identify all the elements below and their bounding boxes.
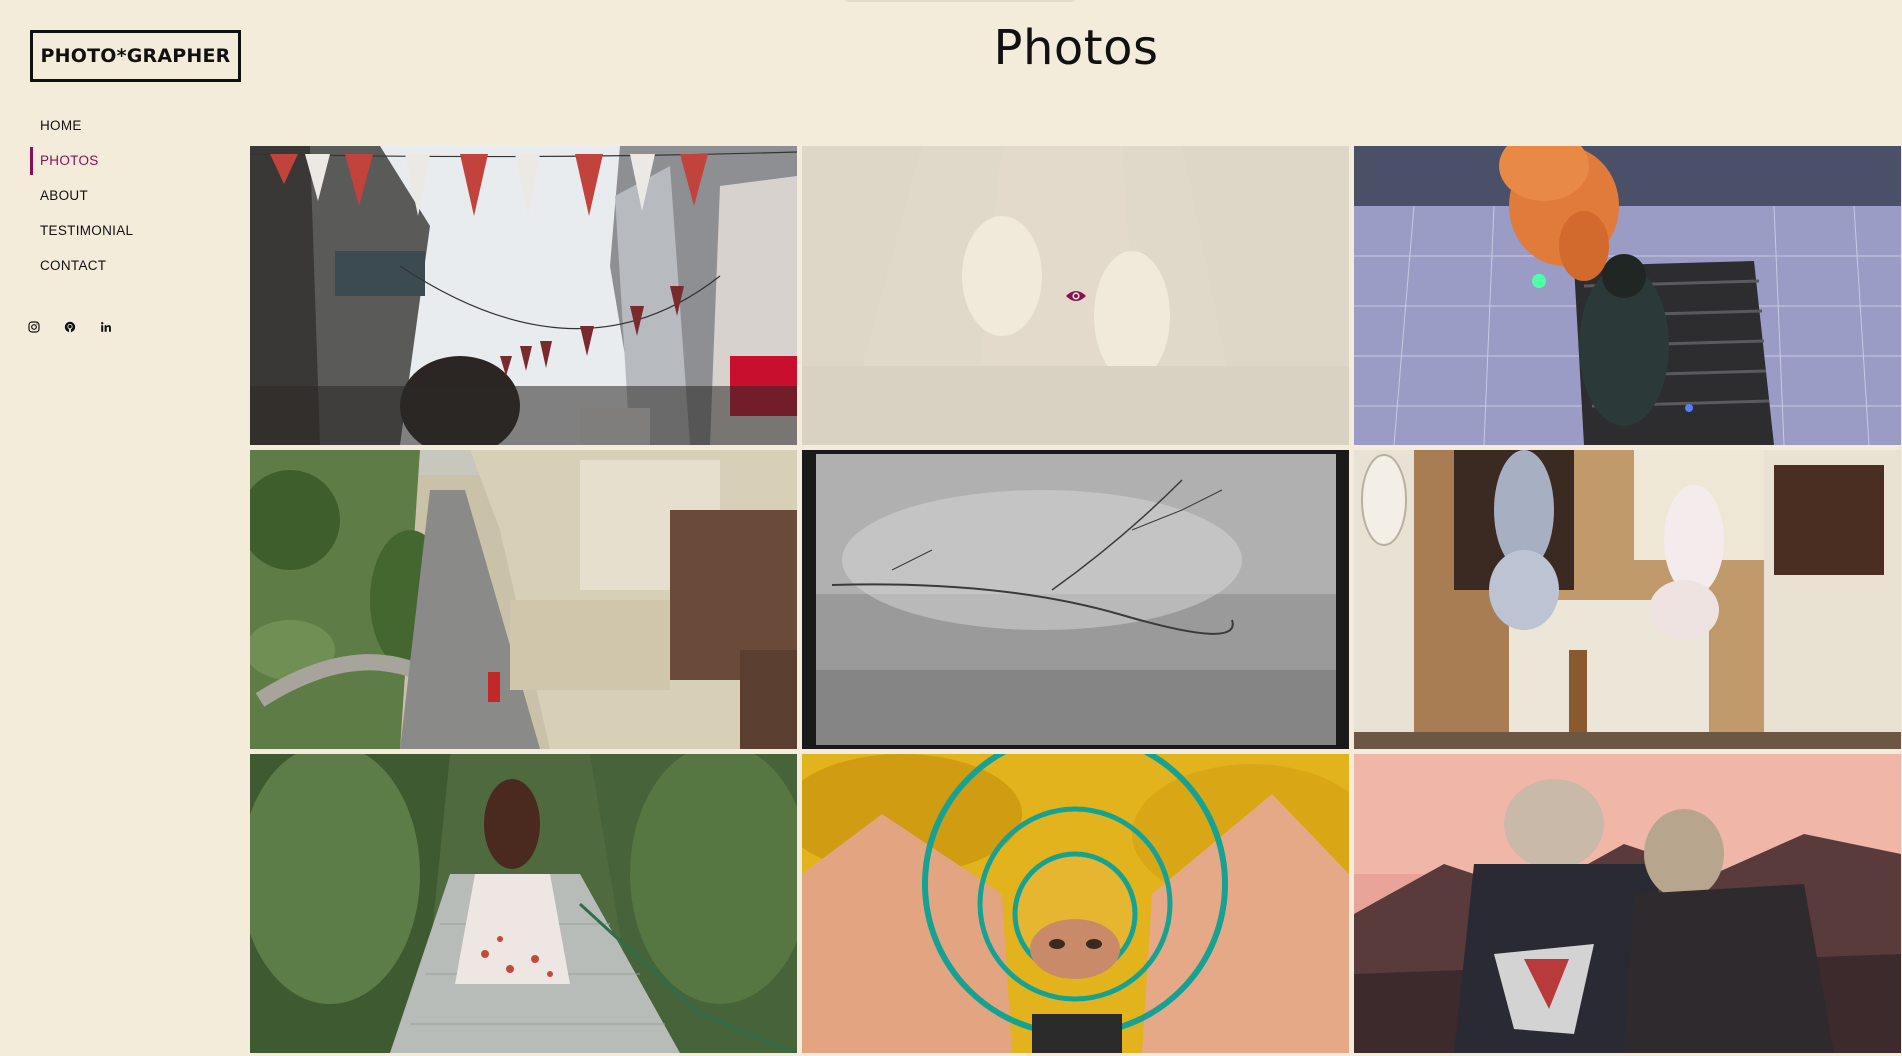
top-scroll-indicator [845,0,1075,2]
gallery-photo-couple-at-sunset[interactable] [1354,754,1901,1053]
eye-icon [1065,290,1086,301]
photo-image [250,754,797,1053]
sidebar: PHOTO*GRAPHER HOME PHOTOS ABOUT TESTIMON… [0,0,245,1056]
sidebar-nav: HOME PHOTOS ABOUT TESTIMONIAL CONTACT [30,114,133,289]
photo-gallery [250,146,1902,1056]
photo-image [1354,450,1901,749]
linkedin-icon[interactable] [99,320,113,334]
gallery-photo-branch-in-fog[interactable] [802,450,1349,749]
gallery-photo-girl-on-garden-path[interactable] [250,754,797,1053]
photo-image [802,754,1349,1053]
instagram-icon[interactable] [27,320,41,334]
page: PHOTO*GRAPHER HOME PHOTOS ABOUT TESTIMON… [0,0,1902,1056]
github-icon[interactable] [63,320,77,334]
gallery-photo-feet-over-street[interactable] [802,146,1349,445]
photo-hover-overlay[interactable] [802,146,1349,445]
photo-image [802,450,1349,749]
nav-item-home[interactable]: HOME [30,114,133,149]
gallery-photo-street-banners[interactable] [250,146,797,445]
nav-item-about[interactable]: ABOUT [30,184,133,219]
brand-logo[interactable]: PHOTO*GRAPHER [30,30,241,82]
photo-image [250,146,797,445]
nav-item-contact[interactable]: CONTACT [30,254,133,289]
gallery-photo-two-girls-jumping[interactable] [1354,450,1901,749]
photo-image [1354,146,1901,445]
photo-image [1354,754,1901,1053]
gallery-photo-smoke-flare-rooftop[interactable] [1354,146,1901,445]
social-links [27,320,113,334]
photo-image [250,450,797,749]
gallery-photo-aerial-city-avenue[interactable] [250,450,797,749]
nav-item-testimonial[interactable]: TESTIMONIAL [30,219,133,254]
nav-item-photos[interactable]: PHOTOS [30,147,133,184]
gallery-photo-hands-framing-eyes[interactable] [802,754,1349,1053]
page-title: Photos [993,20,1159,76]
